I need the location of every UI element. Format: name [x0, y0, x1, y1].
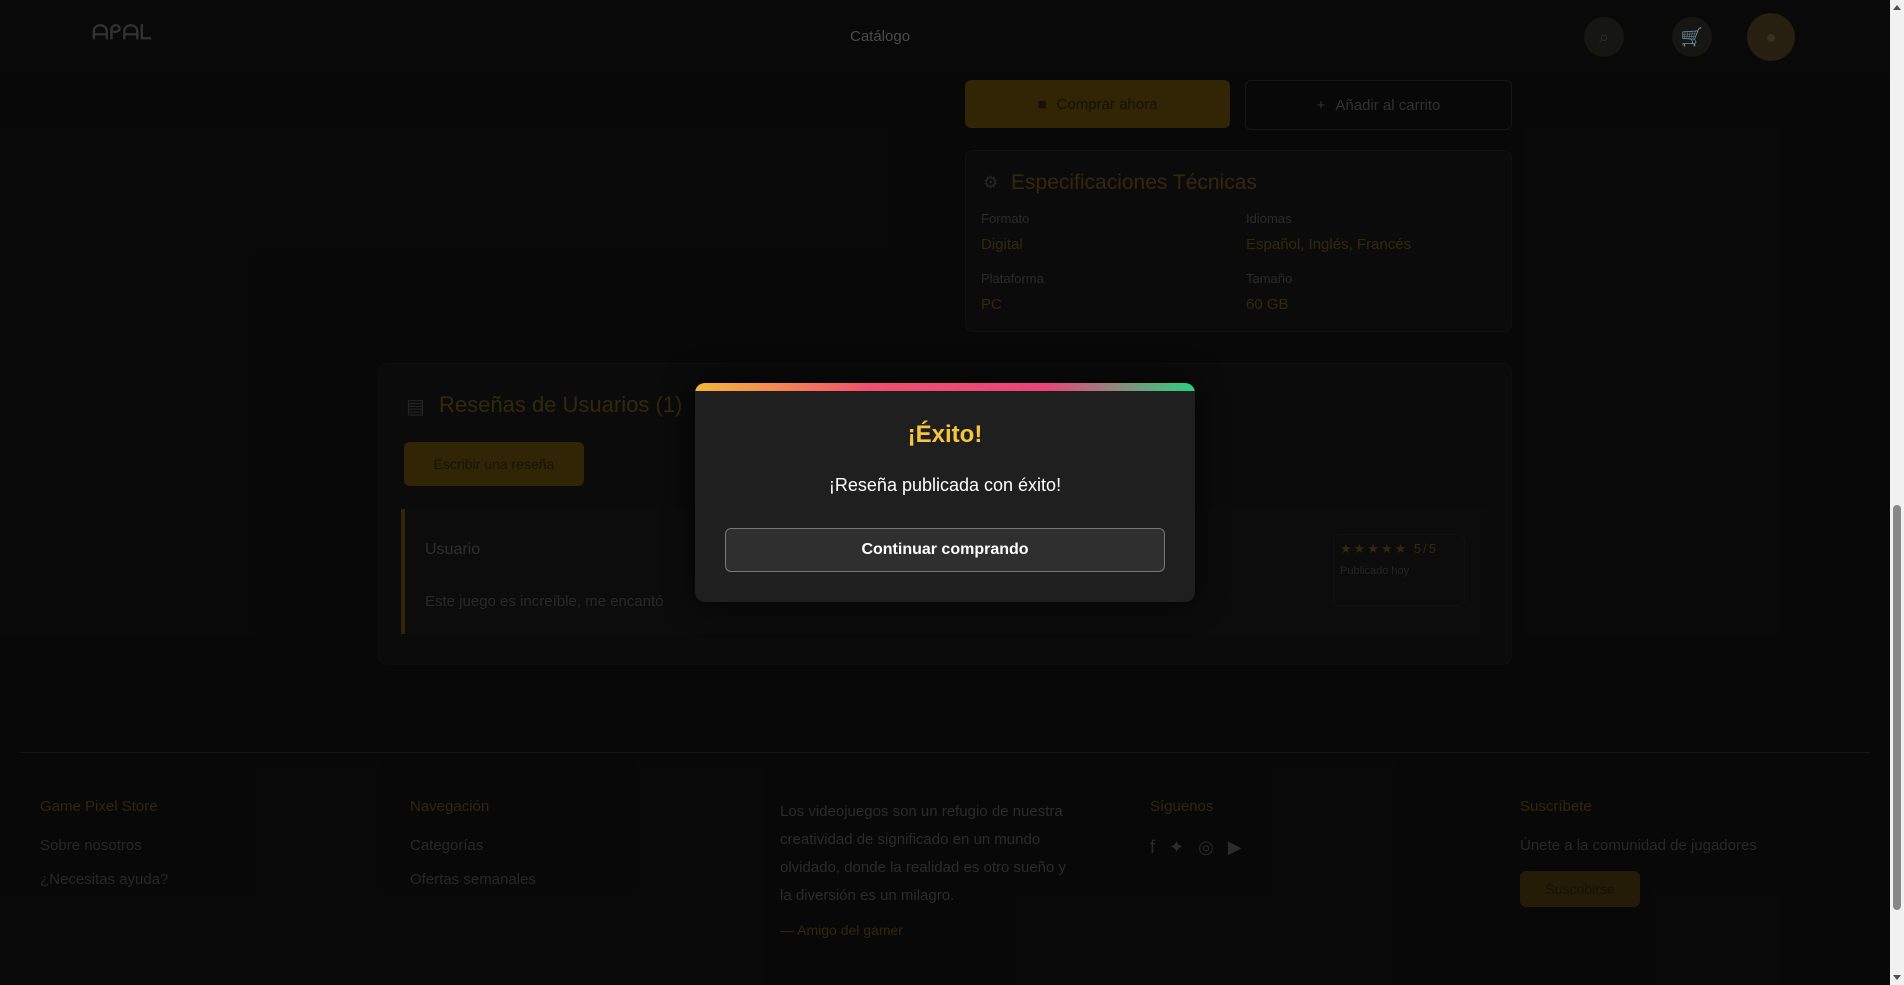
- scrollbar-thumb[interactable]: [1893, 505, 1901, 910]
- continue-shopping-button[interactable]: Continuar comprando: [725, 528, 1165, 572]
- modal-message: ¡Reseña publicada con éxito!: [828, 475, 1062, 495]
- scroll-up-arrow-icon[interactable]: [1893, 5, 1901, 10]
- modal-title: ¡Éxito!: [907, 421, 983, 448]
- success-modal: ¡Éxito! ¡Reseña publicada con éxito! Con…: [695, 383, 1195, 602]
- scrollbar[interactable]: [1890, 0, 1904, 985]
- scroll-down-arrow-icon[interactable]: [1893, 975, 1901, 980]
- page: ᗩᑭᗩᒪ Catálogo ⌕ 🛒 ● ■ Comprar ahora + Añ…: [0, 0, 1904, 985]
- modal-accent-bar: [695, 383, 1195, 391]
